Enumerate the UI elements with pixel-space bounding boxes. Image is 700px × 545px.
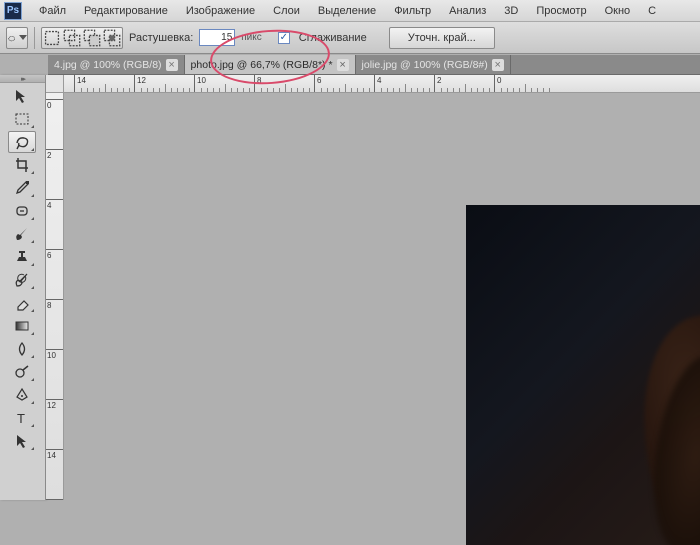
- eyedropper-tool-icon[interactable]: [8, 177, 36, 199]
- history-brush-tool-icon[interactable]: [8, 269, 36, 291]
- close-icon[interactable]: ×: [337, 59, 349, 71]
- clone-stamp-tool-icon[interactable]: [8, 246, 36, 268]
- menu-help[interactable]: С: [639, 5, 665, 17]
- selection-mode-group: [41, 27, 123, 49]
- pen-tool-icon[interactable]: [8, 384, 36, 406]
- feather-input[interactable]: [199, 29, 235, 46]
- menu-layers[interactable]: Слои: [264, 5, 309, 17]
- close-icon[interactable]: ×: [166, 59, 178, 71]
- menu-image[interactable]: Изображение: [177, 5, 264, 17]
- selection-subtract-icon[interactable]: [83, 29, 101, 47]
- document-canvas[interactable]: [466, 205, 700, 545]
- separator: [34, 27, 35, 49]
- path-select-tool-icon[interactable]: [8, 430, 36, 452]
- main-menubar: Ps Файл Редактирование Изображение Слои …: [0, 0, 700, 22]
- toolbox: T: [0, 75, 46, 500]
- app-logo: Ps: [4, 2, 22, 20]
- menu-analysis[interactable]: Анализ: [440, 5, 495, 17]
- tab-label: photo.jpg @ 66,7% (RGB/8*) *: [191, 59, 333, 71]
- selection-intersect-icon[interactable]: [103, 29, 121, 47]
- selection-new-icon[interactable]: [43, 29, 61, 47]
- active-tool-preset[interactable]: [6, 27, 28, 49]
- antialias-checkbox[interactable]: [278, 32, 290, 44]
- menu-3d[interactable]: 3D: [495, 5, 527, 17]
- refine-edge-button[interactable]: Уточн. край...: [389, 27, 495, 49]
- tab-label: jolie.jpg @ 100% (RGB/8#): [362, 59, 488, 71]
- dodge-tool-icon[interactable]: [8, 361, 36, 383]
- menu-filter[interactable]: Фильтр: [385, 5, 440, 17]
- selection-add-icon[interactable]: [63, 29, 81, 47]
- options-bar: Растушевка: пикс Сглаживание Уточн. край…: [0, 22, 700, 54]
- tab-label: 4.jpg @ 100% (RGB/8): [54, 59, 162, 71]
- document-tab[interactable]: jolie.jpg @ 100% (RGB/8#) ×: [356, 55, 511, 74]
- menu-edit[interactable]: Редактирование: [75, 5, 177, 17]
- document-tabs: 4.jpg @ 100% (RGB/8) × photo.jpg @ 66,7%…: [48, 55, 700, 75]
- feather-unit: пикс: [241, 32, 262, 43]
- menu-select[interactable]: Выделение: [309, 5, 385, 17]
- marquee-tool-icon[interactable]: [8, 108, 36, 130]
- ruler-origin[interactable]: [46, 75, 64, 93]
- document-tab[interactable]: 4.jpg @ 100% (RGB/8) ×: [48, 55, 185, 74]
- crop-tool-icon[interactable]: [8, 154, 36, 176]
- move-tool-icon[interactable]: [8, 85, 36, 107]
- type-tool-icon[interactable]: T: [8, 407, 36, 429]
- gradient-tool-icon[interactable]: [8, 315, 36, 337]
- antialias-label: Сглаживание: [299, 32, 367, 44]
- close-icon[interactable]: ×: [492, 59, 504, 71]
- svg-text:T: T: [17, 411, 25, 426]
- toolbox-collapse-handle[interactable]: [0, 75, 45, 83]
- lasso-tool-icon[interactable]: [8, 131, 36, 153]
- menu-file[interactable]: Файл: [30, 5, 75, 17]
- blur-tool-icon[interactable]: [8, 338, 36, 360]
- healing-brush-tool-icon[interactable]: [8, 200, 36, 222]
- menu-window[interactable]: Окно: [596, 5, 640, 17]
- menu-view[interactable]: Просмотр: [527, 5, 595, 17]
- feather-label: Растушевка:: [129, 32, 193, 44]
- document-tab[interactable]: photo.jpg @ 66,7% (RGB/8*) * ×: [185, 55, 356, 74]
- ruler-vertical[interactable]: 0246810121416: [46, 93, 64, 500]
- chevron-down-icon: [19, 35, 27, 40]
- eraser-tool-icon[interactable]: [8, 292, 36, 314]
- ruler-horizontal[interactable]: 14121086420: [64, 75, 700, 93]
- brush-tool-icon[interactable]: [8, 223, 36, 245]
- canvas-area: 14121086420 0246810121416: [46, 75, 700, 500]
